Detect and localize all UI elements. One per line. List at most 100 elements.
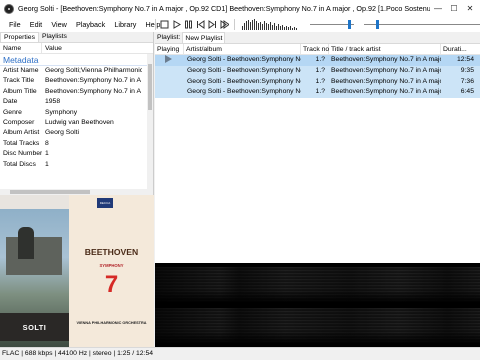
playlist-label: Playlist: xyxy=(157,34,181,41)
spectrum-bar xyxy=(292,28,293,30)
title-bar: Georg Solti - [Beethoven:Symphony No.7 i… xyxy=(0,0,480,17)
properties-list: Artist Name Georg Solti;Vienna Philharmon… xyxy=(0,66,153,170)
spectrum-bar xyxy=(256,21,257,30)
property-row[interactable]: Date 1958 xyxy=(0,97,153,107)
spectrum-bar xyxy=(264,21,265,30)
pause-button[interactable] xyxy=(183,19,194,30)
menu-library[interactable]: Library xyxy=(110,20,141,29)
menu-edit[interactable]: Edit xyxy=(25,20,47,29)
spectrum-bar xyxy=(268,24,269,30)
property-row[interactable]: Total Tracks 8 xyxy=(0,139,153,149)
spectrum-bar xyxy=(244,23,245,30)
next-button[interactable] xyxy=(207,19,218,30)
spectrogram-view xyxy=(155,263,480,347)
track-no-column-header[interactable]: Track no xyxy=(301,44,329,54)
stop-button[interactable] xyxy=(159,19,170,30)
spectrum-bar xyxy=(280,26,281,30)
spectrum-bar xyxy=(272,25,273,30)
playing-cell xyxy=(155,54,184,66)
title-cell: Beethoven:Symphony No.7 in A major xyxy=(331,66,441,74)
tab-playlists[interactable]: Playlists xyxy=(39,32,70,42)
now-playing-icon xyxy=(165,54,172,63)
decca-logo: DECCA xyxy=(97,198,113,208)
seek-bar[interactable] xyxy=(364,19,480,30)
duration-column-header[interactable]: Durati... xyxy=(441,44,480,54)
property-value: 1 xyxy=(45,150,49,158)
track-no-cell: 1.? xyxy=(315,66,325,74)
title-cell: Beethoven:Symphony No.7 in A major xyxy=(331,77,441,85)
property-row[interactable]: Album Artist Georg Solti xyxy=(0,128,153,138)
property-row[interactable]: Artist Name Georg Solti;Vienna Philharmon… xyxy=(0,66,153,76)
previous-button[interactable] xyxy=(195,19,206,30)
artist-cell: Georg Solti - Beethoven:Symphony No.7 in… xyxy=(187,77,301,85)
seek-track xyxy=(364,24,480,25)
spectrum-bar xyxy=(250,22,251,30)
playlist-row[interactable]: Georg Solti - Beethoven:Symphony No.7 in… xyxy=(155,76,480,88)
property-row[interactable]: Track Title Beethoven:Symphony No.7 in A … xyxy=(0,76,153,86)
play-button[interactable] xyxy=(171,19,182,30)
property-name: Total Tracks xyxy=(3,139,40,147)
tab-properties[interactable]: Properties xyxy=(0,32,39,42)
scroll-thumb[interactable] xyxy=(10,190,90,194)
title-column-header[interactable]: Title / track artist xyxy=(329,44,441,54)
playlist-row[interactable]: Georg Solti - Beethoven:Symphony No.7 in… xyxy=(155,54,480,66)
property-name: Artist Name xyxy=(3,67,39,74)
property-name: Disc Number xyxy=(3,150,42,158)
artist-cell: Georg Solti - Beethoven:Symphony No.7 in… xyxy=(187,88,301,96)
menu-file[interactable]: File xyxy=(0,20,25,29)
volume-slider[interactable] xyxy=(310,19,354,30)
property-row[interactable]: Composer Ludwig van Beethoven xyxy=(0,118,153,128)
property-name: Track Title xyxy=(3,77,35,85)
property-name: Composer xyxy=(3,118,35,126)
playlist-row[interactable]: Georg Solti - Beethoven:Symphony No.7 in… xyxy=(155,65,480,77)
spectrum-bar xyxy=(278,24,279,30)
seek-thumb[interactable] xyxy=(376,20,380,29)
property-row[interactable]: Total Discs 1 xyxy=(0,160,153,170)
artist-album-column-header[interactable]: Artist/album xyxy=(184,44,301,54)
random-icon xyxy=(220,20,229,29)
spectrum-bar xyxy=(290,26,291,30)
minimize-button[interactable]: — xyxy=(430,4,446,13)
artist-cell: Georg Solti - Beethoven:Symphony No.7 in… xyxy=(187,56,301,63)
playing-column-header[interactable]: Playing xyxy=(155,44,184,54)
playlist-panel: Playlist: New Playlist Playing Artist/al… xyxy=(155,32,480,263)
playlist-row[interactable]: Georg Solti - Beethoven:Symphony No.7 in… xyxy=(155,87,480,99)
volume-thumb[interactable] xyxy=(347,20,351,29)
album-composer-label: BEETHOVEN xyxy=(84,247,139,257)
playlist-tabs: Playlist: New Playlist xyxy=(155,32,480,44)
maximize-button[interactable]: ☐ xyxy=(446,4,462,13)
album-orchestra-label: VIENNA PHILHARMONIC ORCHESTRA xyxy=(76,321,147,325)
duration-cell: 12:54 xyxy=(456,56,474,63)
spectrogram-left-fade xyxy=(155,290,480,302)
properties-vertical-scrollbar[interactable] xyxy=(147,54,153,195)
property-row[interactable]: Album Title Beethoven:Symphony No.7 in A … xyxy=(0,87,153,97)
artist-cell: Georg Solti - Beethoven:Symphony No.7 in… xyxy=(187,66,301,74)
statue-image xyxy=(18,227,34,259)
menu-playback[interactable]: Playback xyxy=(71,20,109,29)
left-tabs: Properties Playlists xyxy=(0,32,153,43)
property-value: Beethoven:Symphony No.7 in A major xyxy=(45,87,142,95)
property-name: Genre xyxy=(3,108,22,116)
property-value: 1 xyxy=(45,160,49,168)
spectrum-bar xyxy=(248,20,249,30)
close-button[interactable]: ✕ xyxy=(462,4,478,13)
metadata-group-label: Metadata xyxy=(0,54,153,66)
properties-header: Name Value xyxy=(0,43,153,54)
spectrum-bar xyxy=(266,23,267,30)
duration-cell: 6:45 xyxy=(460,88,474,96)
album-conductor-label: SOLTI xyxy=(0,313,69,341)
property-row[interactable]: Disc Number 1 xyxy=(0,149,153,159)
toolbar-separator xyxy=(234,19,235,30)
album-work-label: SYMPHONY xyxy=(99,263,124,268)
random-button[interactable] xyxy=(219,19,230,30)
menu-view[interactable]: View xyxy=(47,20,72,29)
tab-new-playlist[interactable]: New Playlist xyxy=(182,32,226,43)
name-column-header[interactable]: Name xyxy=(0,43,42,53)
spectrum-bar xyxy=(294,27,295,30)
property-row[interactable]: Genre Symphony xyxy=(0,108,153,118)
duration-cell: 9:35 xyxy=(460,66,474,74)
property-value: Beethoven:Symphony No.7 in A major xyxy=(45,77,142,85)
spectrum-bar xyxy=(262,24,263,30)
scroll-thumb[interactable] xyxy=(148,64,152,110)
value-column-header[interactable]: Value xyxy=(42,43,62,53)
